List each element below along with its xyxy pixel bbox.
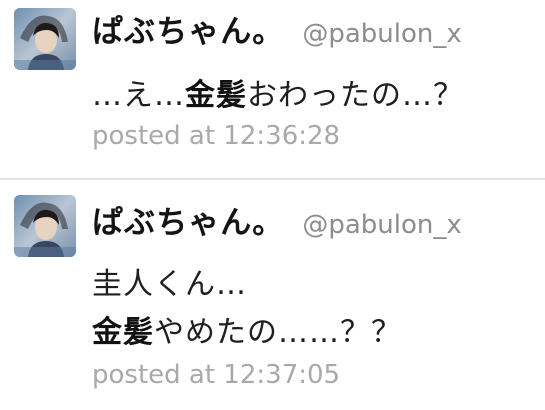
text-segment-bold: 金髪: [185, 78, 247, 113]
username[interactable]: @pabulon_x: [302, 210, 461, 240]
display-name[interactable]: ぱぶちゃん。: [92, 205, 284, 241]
tweet-timeline: ぱぶちゃん。 @pabulon_x …え…金髪おわったの…？ posted at …: [0, 0, 545, 410]
text-segment: おわったの…？: [247, 78, 464, 113]
text-segment-bold: 金髪: [92, 315, 154, 350]
timestamp[interactable]: posted at 12:36:28: [92, 121, 340, 151]
text-segment: やめたの……？？: [154, 315, 402, 350]
display-name[interactable]: ぱぶちゃん。: [92, 14, 284, 50]
tweet-header: ぱぶちゃん。 @pabulon_x: [92, 6, 462, 51]
tweet-item[interactable]: ぱぶちゃん。 @pabulon_x …え…金髪おわったの…？ posted at …: [0, 0, 545, 178]
avatar-photo-icon: [14, 8, 76, 70]
avatar[interactable]: [14, 8, 76, 70]
tweet-item[interactable]: ぱぶちゃん。 @pabulon_x 圭人くん… 金髪やめたの……？？ posted…: [0, 180, 545, 410]
text-segment: …え…: [92, 78, 185, 113]
tweet-text: 金髪やめたの……？？: [92, 307, 402, 351]
avatar[interactable]: [14, 195, 76, 257]
text-segment: 圭人くん…: [92, 267, 247, 302]
tweet-text: …え…金髪おわったの…？: [92, 70, 464, 114]
tweet-text: 圭人くん…: [92, 259, 247, 303]
timestamp[interactable]: posted at 12:37:05: [92, 360, 340, 390]
avatar-photo-icon: [14, 195, 76, 257]
username[interactable]: @pabulon_x: [302, 19, 461, 49]
tweet-header: ぱぶちゃん。 @pabulon_x: [92, 197, 462, 242]
